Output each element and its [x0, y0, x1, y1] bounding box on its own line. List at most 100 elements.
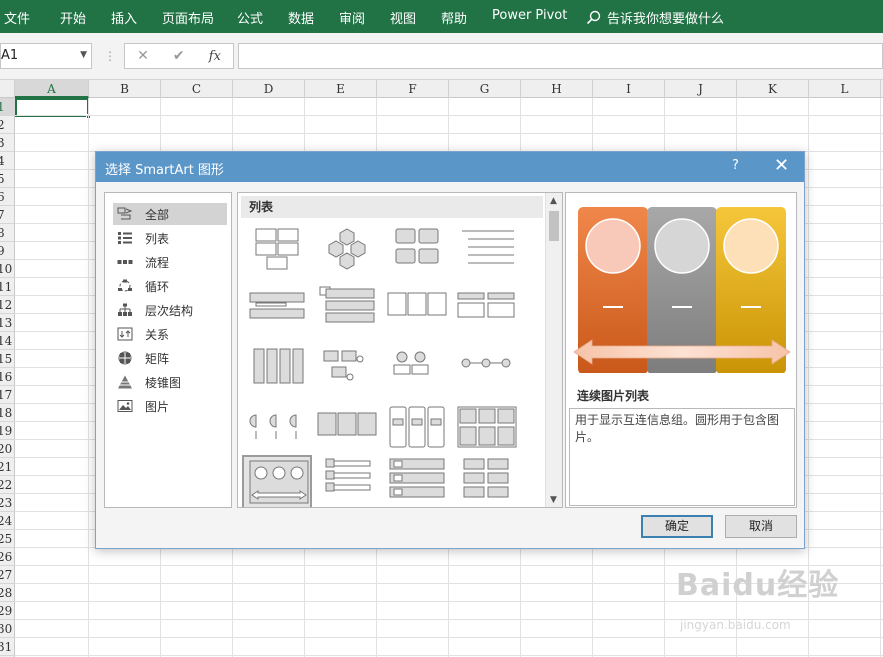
row-header[interactable]: 7 [0, 206, 15, 224]
tell-me-box[interactable]: 告诉我你想要做什么 [586, 8, 724, 27]
layout-thumbnail[interactable] [242, 345, 312, 399]
layout-thumbnail[interactable] [312, 405, 382, 459]
row-header[interactable]: 21 [0, 458, 15, 476]
layout-thumbnail[interactable] [382, 225, 452, 279]
row-header[interactable]: 30 [0, 620, 15, 638]
row-header[interactable]: 13 [0, 314, 15, 332]
scroll-up-icon[interactable]: ▲ [550, 196, 557, 206]
row-header[interactable]: 26 [0, 548, 15, 566]
scroll-thumb[interactable] [549, 211, 559, 241]
row-header[interactable]: 17 [0, 386, 15, 404]
scroll-down-icon[interactable]: ▼ [550, 495, 557, 505]
tab-insert[interactable]: 插入 [111, 8, 137, 27]
tab-home[interactable]: 开始 [60, 8, 86, 27]
category-item-pyramid[interactable]: 棱锥图 [113, 371, 227, 393]
chevron-down-icon[interactable]: ▼ [80, 50, 87, 60]
row-header[interactable]: 1 [0, 98, 15, 116]
formula-input[interactable] [238, 43, 883, 69]
column-header[interactable]: F [377, 80, 449, 98]
category-item-matrix[interactable]: 矩阵 [113, 347, 227, 369]
tab-data[interactable]: 数据 [288, 8, 314, 27]
column-header[interactable]: K [737, 80, 809, 98]
category-item-process[interactable]: 流程 [113, 251, 227, 273]
column-header[interactable]: D [233, 80, 305, 98]
category-item-relationship[interactable]: 关系 [113, 323, 227, 345]
cancel-icon[interactable]: ✕ [137, 48, 149, 64]
layout-thumbnail[interactable] [312, 455, 382, 507]
tab-file[interactable]: 文件 [4, 8, 30, 27]
tab-review[interactable]: 审阅 [339, 8, 365, 27]
row-header[interactable]: 16 [0, 368, 15, 386]
layout-thumbnail[interactable] [242, 405, 312, 459]
insert-function-icon[interactable]: fx [209, 49, 221, 64]
row-header[interactable]: 22 [0, 476, 15, 494]
row-header[interactable]: 25 [0, 530, 15, 548]
layout-thumbnail[interactable] [242, 455, 312, 507]
row-header[interactable]: 11 [0, 278, 15, 296]
row-header[interactable]: 19 [0, 422, 15, 440]
preview-pane: 连续图片列表 用于显示互连信息组。圆形用于包含图片。 [565, 192, 797, 508]
layout-thumbnail[interactable] [312, 285, 382, 339]
row-header[interactable]: 15 [0, 350, 15, 368]
column-header[interactable]: E [305, 80, 377, 98]
category-item-list[interactable]: 列表 [113, 227, 227, 249]
cancel-button[interactable]: 取消 [725, 515, 797, 538]
row-header[interactable]: 3 [0, 134, 15, 152]
layout-thumbnail[interactable] [452, 455, 522, 507]
category-item-picture[interactable]: 图片 [113, 395, 227, 417]
layout-thumbnail[interactable] [452, 225, 522, 279]
row-header[interactable]: 12 [0, 296, 15, 314]
column-header[interactable]: G [449, 80, 521, 98]
help-button[interactable]: ? [732, 158, 739, 173]
row-header[interactable]: 2 [0, 116, 15, 134]
gallery-scrollbar[interactable]: ▲ ▼ [545, 193, 562, 507]
column-header[interactable]: J [665, 80, 737, 98]
row-header[interactable]: 20 [0, 440, 15, 458]
layout-thumbnail[interactable] [452, 345, 522, 399]
select-all-corner[interactable] [0, 80, 15, 98]
column-header[interactable]: C [161, 80, 233, 98]
column-header[interactable]: L [809, 80, 881, 98]
category-item-hierarchy[interactable]: 层次结构 [113, 299, 227, 321]
row-header[interactable]: 10 [0, 260, 15, 278]
row-header[interactable]: 4 [0, 152, 15, 170]
layout-thumbnail[interactable] [452, 285, 522, 339]
category-item-cycle[interactable]: 循环 [113, 275, 227, 297]
row-header[interactable]: 28 [0, 584, 15, 602]
tab-page-layout[interactable]: 页面布局 [162, 8, 214, 27]
drag-handle-icon[interactable]: ⋮ [104, 49, 116, 63]
ok-button[interactable]: 确定 [641, 515, 713, 538]
category-item-all[interactable]: 全部 [113, 203, 227, 225]
row-header[interactable]: 6 [0, 188, 15, 206]
column-header[interactable]: H [521, 80, 593, 98]
tab-power-pivot[interactable]: Power Pivot [492, 8, 567, 23]
layout-thumbnail[interactable] [242, 285, 312, 339]
layout-thumbnail[interactable] [242, 225, 312, 279]
row-header[interactable]: 5 [0, 170, 15, 188]
row-header[interactable]: 31 [0, 638, 15, 656]
layout-thumbnail[interactable] [382, 455, 452, 507]
layout-thumbnail[interactable] [382, 285, 452, 339]
row-header[interactable]: 8 [0, 224, 15, 242]
enter-icon[interactable]: ✔ [173, 48, 185, 64]
tab-view[interactable]: 视图 [390, 8, 416, 27]
row-header[interactable]: 29 [0, 602, 15, 620]
column-header[interactable]: B [89, 80, 161, 98]
layout-thumbnail[interactable] [382, 345, 452, 399]
close-button[interactable]: ✕ [774, 155, 789, 176]
row-header[interactable]: 14 [0, 332, 15, 350]
row-header[interactable]: 24 [0, 512, 15, 530]
layout-thumbnail[interactable] [452, 405, 522, 459]
column-header[interactable]: I [593, 80, 665, 98]
row-header[interactable]: 27 [0, 566, 15, 584]
column-header[interactable]: A [15, 80, 89, 98]
row-header[interactable]: 23 [0, 494, 15, 512]
name-box[interactable]: A1 ▼ [0, 43, 92, 69]
row-header[interactable]: 18 [0, 404, 15, 422]
row-header[interactable]: 9 [0, 242, 15, 260]
layout-thumbnail[interactable] [312, 345, 382, 399]
tab-formulas[interactable]: 公式 [237, 8, 263, 27]
tab-help[interactable]: 帮助 [441, 8, 467, 27]
layout-thumbnail[interactable] [382, 405, 452, 459]
layout-thumbnail[interactable] [312, 225, 382, 279]
